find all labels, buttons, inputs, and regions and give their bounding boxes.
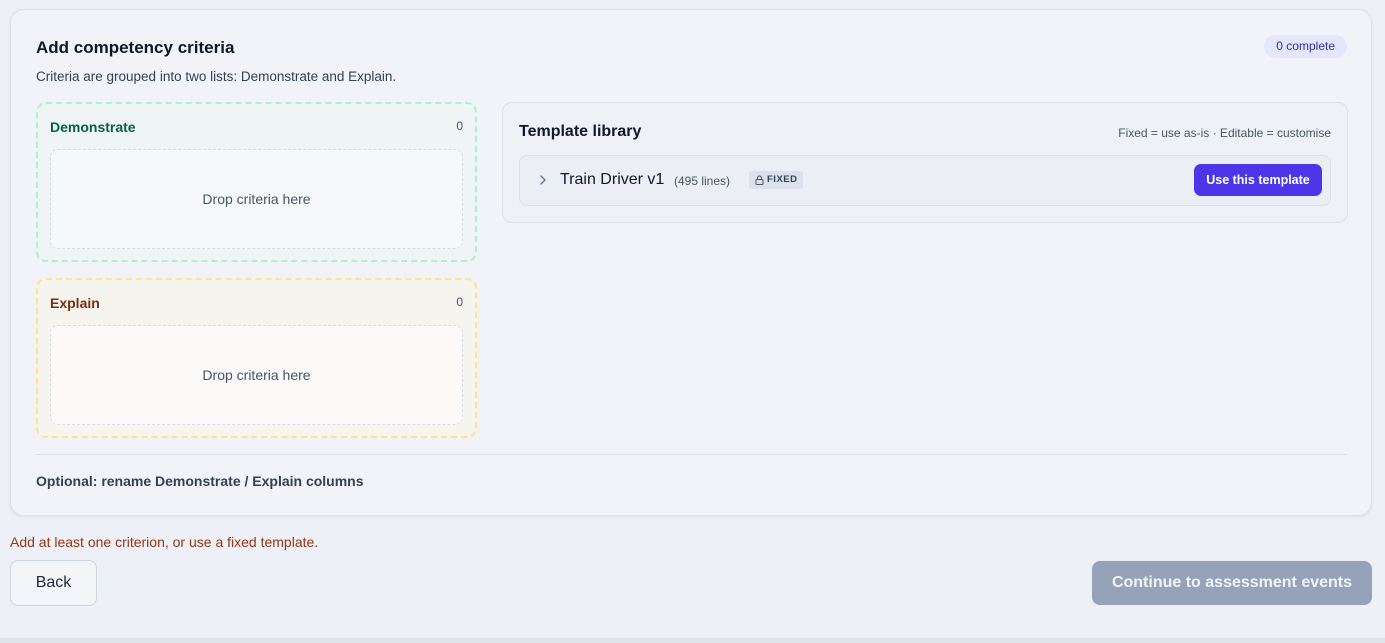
card-title: Add competency criteria — [36, 38, 235, 57]
competency-criteria-card: Add competency criteria Criteria are gro… — [10, 9, 1372, 516]
complete-count-badge: 0 complete — [1264, 35, 1347, 58]
library-hint: Fixed = use as-is · Editable = customise — [1118, 126, 1331, 140]
bottom-strip — [0, 638, 1385, 643]
template-library: Template library Fixed = use as-is · Edi… — [502, 102, 1348, 223]
explain-count: 0 — [456, 295, 463, 309]
continue-button[interactable]: Continue to assessment events — [1092, 561, 1372, 605]
template-row[interactable]: Train Driver v1 (495 lines) FIXED Use th… — [519, 155, 1331, 206]
explain-group: Explain 0 Drop criteria here — [36, 278, 477, 438]
rename-columns-link[interactable]: Optional: rename Demonstrate / Explain c… — [36, 473, 364, 489]
demonstrate-group: Demonstrate 0 Drop criteria here — [36, 102, 477, 262]
divider — [36, 454, 1347, 455]
lock-icon — [755, 175, 764, 185]
card-subtitle: Criteria are grouped into two lists: Dem… — [36, 69, 397, 84]
demonstrate-count: 0 — [456, 119, 463, 133]
use-template-button[interactable]: Use this template — [1194, 164, 1322, 196]
back-button[interactable]: Back — [10, 560, 97, 606]
explain-title: Explain — [50, 295, 100, 311]
fixed-tag: FIXED — [749, 171, 804, 189]
template-line-count: (495 lines) — [674, 174, 731, 188]
explain-dropzone[interactable]: Drop criteria here — [50, 325, 463, 425]
validation-warning: Add at least one criterion, or use a fix… — [10, 534, 319, 550]
chevron-right-icon[interactable] — [538, 171, 548, 189]
demonstrate-title: Demonstrate — [50, 119, 136, 135]
template-name: Train Driver v1 — [560, 171, 665, 188]
demonstrate-dropzone[interactable]: Drop criteria here — [50, 149, 463, 249]
fixed-tag-label: FIXED — [767, 174, 798, 185]
library-title: Template library — [519, 123, 642, 140]
